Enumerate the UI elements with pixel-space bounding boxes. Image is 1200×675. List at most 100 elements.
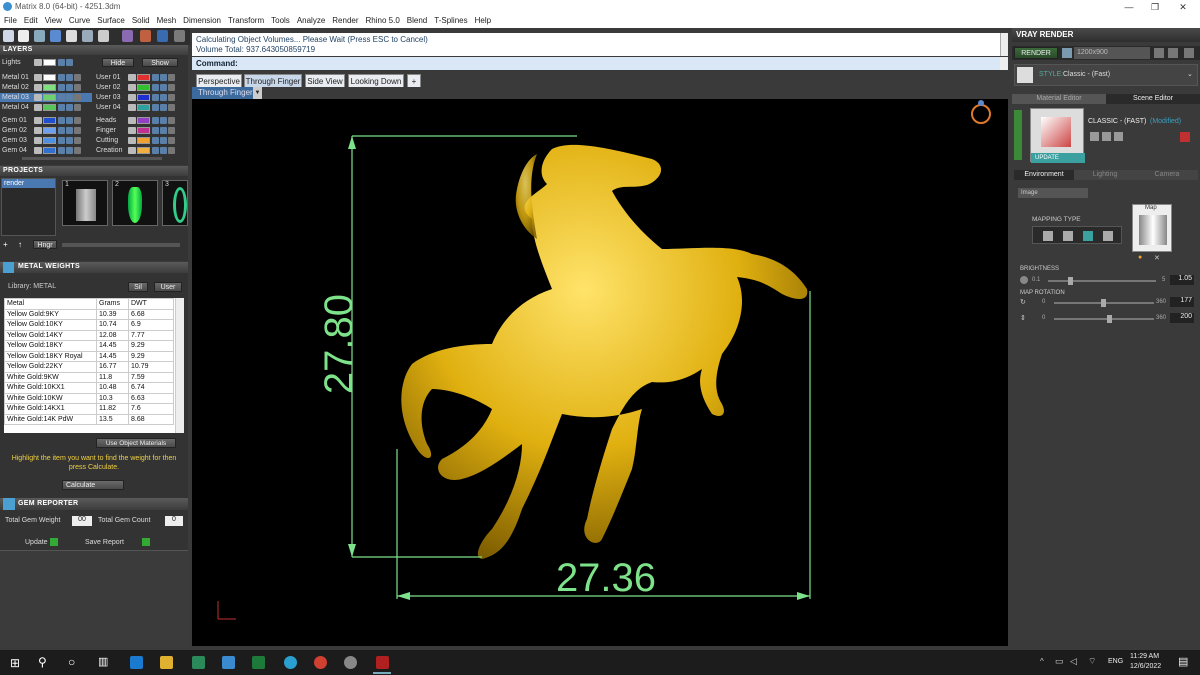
print-icon[interactable] (34, 30, 45, 42)
expand-icon[interactable] (168, 127, 175, 134)
show-button[interactable]: Show (142, 58, 178, 67)
table-row[interactable]: Yellow Gold:22KY 16.77 10.79 (4, 361, 174, 373)
layer-toggle[interactable] (128, 94, 136, 101)
app-icon-blue[interactable] (284, 656, 297, 669)
brightness-slider[interactable]: 0.1 5 (1020, 276, 1170, 286)
layer-color-swatch[interactable] (43, 84, 56, 91)
calculate-button[interactable]: Calculate (62, 480, 124, 490)
menu-rhino[interactable]: Rhino 5.0 (366, 14, 400, 28)
layer-color-swatch[interactable] (43, 117, 56, 124)
expand-icon[interactable] (168, 104, 175, 111)
lock-icon[interactable] (152, 74, 159, 81)
layer-row-left-1[interactable]: Metal 02 (0, 83, 92, 92)
menu-solid[interactable]: Solid (132, 14, 150, 28)
camera-icon[interactable] (1062, 48, 1072, 58)
volume-icon[interactable]: ◁ (1070, 656, 1077, 667)
layer-toggle[interactable] (34, 59, 42, 66)
table-row[interactable]: White Gold:10KW 10.3 6.63 (4, 392, 174, 404)
table-row[interactable]: Yellow Gold:10KY 10.74 6.9 (4, 319, 174, 331)
metal-weights-table-container[interactable]: Metal Grams DWT Yellow Gold:9KY 10.39 6.68… (4, 298, 184, 433)
layer-toggle[interactable] (128, 147, 136, 154)
menu-tsplines[interactable]: T-Splines (434, 14, 467, 28)
expand-icon[interactable] (74, 74, 81, 81)
column-header[interactable]: Grams (96, 298, 129, 310)
layer-toggle[interactable] (128, 127, 136, 134)
windows-start-icon[interactable]: ⊞ (10, 656, 20, 670)
rotation-2-thumb[interactable] (1107, 315, 1113, 323)
map-preview[interactable]: Map (1132, 204, 1172, 252)
layer-color-swatch[interactable] (43, 74, 56, 81)
chrome-icon[interactable] (314, 656, 327, 669)
tree-icon[interactable] (82, 30, 93, 42)
tab-side-view[interactable]: Side View (305, 74, 345, 87)
mapping-cylinder-icon[interactable] (1083, 231, 1093, 241)
bulb-icon[interactable] (66, 117, 73, 124)
rotation-slider-2[interactable]: ⇕ 0 360 (1020, 314, 1170, 324)
layer-toggle[interactable] (128, 104, 136, 111)
layer-toggle[interactable] (128, 137, 136, 144)
save-icon[interactable] (1090, 132, 1099, 141)
clock-time[interactable]: 11:29 AM (1130, 653, 1159, 660)
menu-dimension[interactable]: Dimension (183, 14, 221, 28)
lock-icon[interactable] (152, 104, 159, 111)
layer-toggle[interactable] (34, 127, 42, 134)
lock-icon[interactable] (152, 94, 159, 101)
add-tab-button[interactable]: + (407, 74, 421, 87)
layer-toggle[interactable] (34, 104, 42, 111)
menu-edit[interactable]: Edit (24, 14, 38, 28)
lock-icon[interactable] (58, 104, 65, 111)
rhino-icon[interactable] (344, 656, 357, 669)
tab-material-editor[interactable]: Material Editor (1012, 94, 1106, 104)
layer-color-swatch[interactable] (43, 137, 56, 144)
bulb-icon[interactable] (160, 147, 167, 154)
bulb-icon[interactable] (66, 84, 73, 91)
command-bar[interactable]: Command: (192, 57, 1000, 70)
bulb-icon[interactable] (160, 94, 167, 101)
minimize-button[interactable]: — (1116, 0, 1142, 14)
task-view-icon[interactable]: ▥ (98, 655, 108, 668)
matrix-icon[interactable] (376, 656, 389, 669)
layer-color-swatch[interactable] (137, 147, 150, 154)
layer-color-swatch[interactable] (137, 74, 150, 81)
menu-analyze[interactable]: Analyze (297, 14, 325, 28)
render-button[interactable]: RENDER (1014, 47, 1058, 59)
thumbnail-1[interactable]: 1 (62, 180, 108, 226)
table-row[interactable]: Yellow Gold:14KY 12.08 7.77 (4, 329, 174, 341)
map-load-icon[interactable]: ● (1138, 254, 1147, 262)
layer-row-right-6[interactable]: Cutting (94, 136, 186, 145)
expand-icon[interactable] (74, 104, 81, 111)
layer-toggle[interactable] (34, 74, 42, 81)
save-report-button[interactable]: Save Report (85, 538, 150, 546)
layer-row-right-3[interactable]: User 04 (94, 103, 186, 112)
chevron-down-icon[interactable]: ▼ (253, 87, 262, 99)
lock-icon[interactable] (58, 74, 65, 81)
table-row[interactable]: Yellow Gold:9KY 10.39 6.68 (4, 308, 174, 320)
copy-icon[interactable] (1102, 132, 1111, 141)
column-header[interactable]: Metal (4, 298, 97, 310)
layer-color-swatch[interactable] (43, 104, 56, 111)
layer-row-left-0[interactable]: Metal 01 (0, 73, 92, 82)
layer-row-right-7[interactable]: Creation (94, 146, 186, 155)
lock-icon[interactable] (58, 59, 65, 66)
table-row[interactable]: White Gold:9KW 11.8 7.59 (4, 371, 174, 383)
layer-row-right-1[interactable]: User 02 (94, 83, 186, 92)
library-sil-button[interactable]: Sil (128, 282, 148, 292)
horse-model[interactable] (401, 144, 808, 560)
maximize-button[interactable]: ❐ (1142, 0, 1168, 14)
network-icon[interactable] (157, 30, 168, 42)
ring-icon[interactable] (174, 30, 185, 42)
library-user-button[interactable]: User (154, 282, 182, 292)
search-icon[interactable]: ⚲ (38, 655, 47, 669)
expand-icon[interactable] (168, 117, 175, 124)
lock-icon[interactable] (152, 137, 159, 144)
tab-through-finger[interactable]: Through Finger (244, 74, 302, 87)
layer-row-left-2[interactable]: Metal 03 (0, 93, 92, 102)
layer-row-left-4[interactable]: Gem 01 (0, 116, 92, 125)
layer-toggle[interactable] (34, 137, 42, 144)
status-scrollbar[interactable] (1000, 33, 1008, 56)
expand-icon[interactable] (168, 84, 175, 91)
bulb-icon[interactable] (66, 147, 73, 154)
grid-icon[interactable] (98, 30, 109, 42)
expand-icon[interactable] (74, 137, 81, 144)
layer-toggle[interactable] (128, 84, 136, 91)
